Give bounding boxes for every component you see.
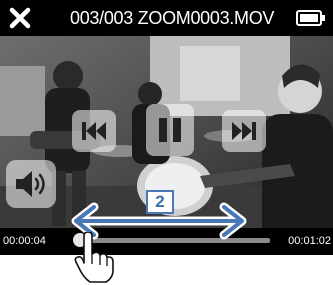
next-button[interactable] bbox=[222, 110, 266, 152]
battery-icon bbox=[296, 10, 325, 26]
skip-next-icon bbox=[232, 122, 256, 140]
total-time: 00:01:02 bbox=[288, 235, 331, 247]
volume-button[interactable] bbox=[6, 160, 56, 208]
battery-indicator bbox=[296, 10, 326, 26]
pause-icon bbox=[159, 118, 181, 142]
current-time: 00:00:04 bbox=[3, 235, 46, 247]
title-bar: 003/003 ZOOM0003.MOV bbox=[0, 0, 333, 36]
step-number-badge: 2 bbox=[146, 190, 174, 214]
video-player-screen: 003/003 ZOOM0003.MOV 00:00:04 00:01:02 2 bbox=[0, 0, 333, 255]
speaker-icon bbox=[16, 171, 45, 197]
file-title: 003/003 ZOOM0003.MOV bbox=[70, 8, 275, 28]
hand-pointer-icon bbox=[70, 232, 118, 284]
close-button[interactable] bbox=[9, 7, 31, 29]
skip-previous-icon bbox=[82, 122, 106, 140]
pause-button[interactable] bbox=[146, 104, 194, 156]
previous-button[interactable] bbox=[72, 110, 116, 152]
close-icon bbox=[9, 7, 31, 29]
